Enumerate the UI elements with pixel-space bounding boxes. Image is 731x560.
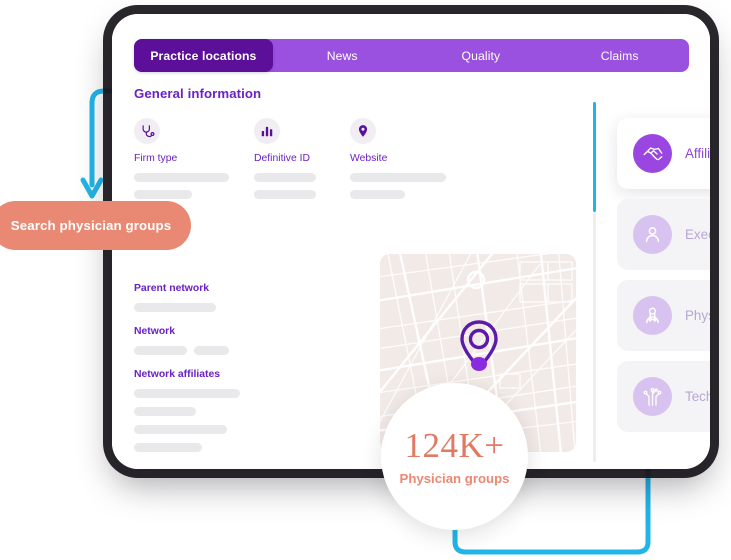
- stat-label: Physician groups: [399, 470, 510, 486]
- stat-value: 124K+: [404, 425, 505, 465]
- tab-bar: Practice locations News Quality Claims: [134, 39, 689, 72]
- group-label-network-affiliates: Network affiliates: [134, 369, 221, 380]
- tab-practice-locations[interactable]: Practice locations: [134, 39, 273, 72]
- group-label-network: Network: [134, 326, 175, 337]
- nav-card-executives[interactable]: Executives: [617, 199, 710, 270]
- field-columns: Firm type Definitive ID Website: [134, 118, 474, 199]
- field-definitive-id: Definitive ID: [254, 118, 350, 199]
- nav-label-technologies: Technologies: [685, 389, 710, 404]
- bar-chart-icon: [254, 118, 280, 144]
- skeleton-bar: [350, 173, 446, 182]
- tab-quality[interactable]: Quality: [412, 39, 551, 72]
- entity-nav-panel: Affiliations Executives: [617, 118, 710, 442]
- skeleton-bar: [134, 443, 202, 452]
- skeleton-bar: [194, 346, 229, 355]
- divider-accent: [593, 102, 596, 212]
- search-physician-groups-callout[interactable]: Search physician groups: [0, 201, 191, 250]
- doctor-icon: [633, 296, 672, 335]
- stat-bubble-physician-groups: 124K+ Physician groups: [381, 383, 528, 530]
- stethoscope-icon: [134, 118, 160, 144]
- nav-label-affiliations: Affiliations: [685, 146, 710, 161]
- nav-card-affiliations[interactable]: Affiliations: [617, 118, 710, 189]
- section-title-general-information: General information: [134, 86, 262, 101]
- tab-claims[interactable]: Claims: [550, 39, 689, 72]
- group-network: Network: [134, 326, 259, 355]
- nav-label-physicians: Physicians: [685, 308, 710, 323]
- group-label-parent-network: Parent network: [134, 283, 210, 294]
- circuit-icon: [633, 377, 672, 416]
- skeleton-bar: [134, 389, 240, 398]
- nav-label-executives: Executives: [685, 227, 710, 242]
- callout-label: Search physician groups: [10, 218, 172, 233]
- field-firm-type: Firm type: [134, 118, 254, 199]
- skeleton-bar: [134, 303, 216, 312]
- skeleton-bar: [134, 173, 229, 182]
- tab-news[interactable]: News: [273, 39, 412, 72]
- field-label-definitive-id: Definitive ID: [254, 153, 311, 164]
- field-label-firm-type: Firm type: [134, 153, 178, 164]
- field-website: Website: [350, 118, 474, 199]
- skeleton-bar: [350, 190, 405, 199]
- map-pin-marker-icon: [460, 320, 498, 371]
- skeleton-bar: [134, 346, 187, 355]
- skeleton-bar: [134, 425, 227, 434]
- nav-card-physicians[interactable]: Physicians: [617, 280, 710, 351]
- nav-card-technologies[interactable]: Technologies: [617, 361, 710, 432]
- skeleton-bar: [254, 190, 316, 199]
- divider-grey: [593, 212, 596, 462]
- person-icon: [633, 215, 672, 254]
- screenshot-stage: Practice locations News Quality Claims G…: [0, 0, 731, 560]
- skeleton-bar: [254, 173, 316, 182]
- skeleton-bar: [134, 407, 196, 416]
- group-parent-network: Parent network: [134, 283, 259, 312]
- skeleton-bar: [134, 190, 192, 199]
- handshake-icon: [633, 134, 672, 173]
- map-pin-icon: [350, 118, 376, 144]
- field-label-website: Website: [350, 153, 388, 164]
- group-network-affiliates: Network affiliates: [134, 369, 259, 452]
